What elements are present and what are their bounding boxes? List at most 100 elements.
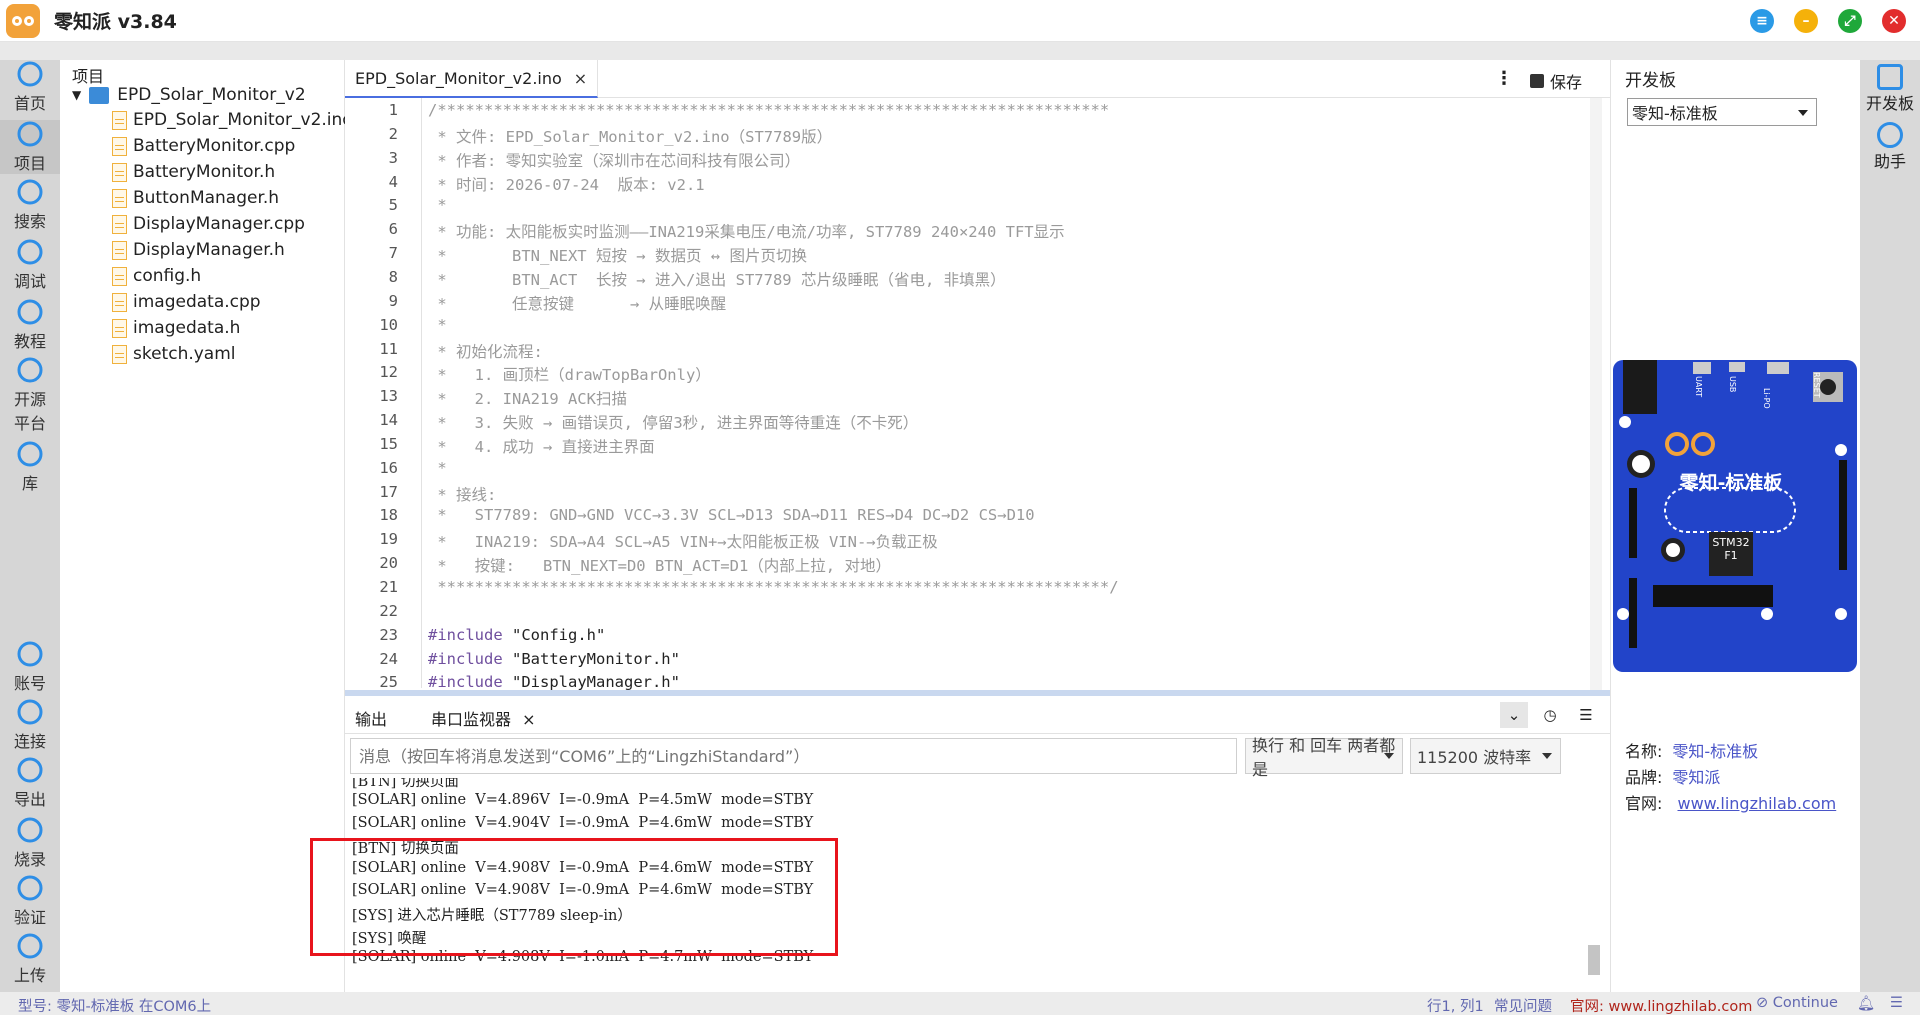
- nav-item-7[interactable]: 账号: [0, 640, 60, 694]
- board-name-value: 零知-标准板: [1672, 742, 1759, 761]
- code-text: ****************************************…: [428, 578, 1119, 596]
- line-number: 21: [379, 578, 398, 596]
- code-area[interactable]: 1 /**************************************…: [345, 98, 1610, 691]
- status-bar: 型号: 零知-标准板 在COM6上 行1, 列1 常见问题 官网: www.li…: [0, 992, 1920, 1015]
- nav-item-label: 项目: [13, 154, 46, 173]
- minimize-icon[interactable]: –: [1794, 9, 1818, 33]
- line-ending-select[interactable]: 换行 和 回车 两者都是: [1245, 736, 1403, 779]
- tree-file-item[interactable]: DisplayManager.h: [112, 237, 285, 263]
- save-button[interactable]: 保存: [1530, 69, 1582, 93]
- nav-item-11[interactable]: 验证: [0, 874, 60, 928]
- nav-item-9[interactable]: 导出: [0, 756, 60, 810]
- board-name-label: 名称:: [1625, 742, 1663, 761]
- file-icon: [112, 318, 127, 338]
- chevron-down-icon[interactable]: ⌄: [1500, 702, 1528, 728]
- tree-file-item[interactable]: imagedata.cpp: [112, 289, 261, 315]
- line-number: 5: [388, 196, 398, 215]
- line-number: 22: [379, 601, 398, 620]
- nav-item-8[interactable]: 连接: [0, 698, 60, 752]
- tab-output[interactable]: 输出: [355, 706, 387, 730]
- tree-file-item[interactable]: EPD_Solar_Monitor_v2.ino: [112, 107, 353, 133]
- board-brand-value: 零知派: [1672, 768, 1721, 787]
- nav-item-label: 账号: [13, 674, 46, 693]
- timestamp-clock-icon[interactable]: ◷: [1536, 702, 1564, 728]
- board-select[interactable]: 零知-标准板: [1627, 98, 1817, 126]
- right-nav-item-1[interactable]: 助手: [1860, 118, 1920, 172]
- code-line: * 2. INA219 ACK扫描: [428, 387, 627, 409]
- nav-item-1[interactable]: 项目: [0, 120, 60, 174]
- tree-file-item[interactable]: BatteryMonitor.cpp: [112, 133, 295, 159]
- serial-tab-close-icon[interactable]: ×: [522, 710, 535, 729]
- tree-file-item[interactable]: DisplayManager.cpp: [112, 211, 305, 237]
- file-icon: [112, 240, 127, 260]
- chip-label: STM32 F1: [1712, 536, 1750, 562]
- tab-close-icon[interactable]: ×: [574, 69, 587, 88]
- editor-tab-bar: EPD_Solar_Monitor_v2.ino × ⋮ 保存: [345, 60, 1610, 98]
- tree-file-item[interactable]: sketch.yaml: [112, 341, 236, 367]
- nav-item-6[interactable]: 库: [0, 440, 60, 494]
- nav-item-5[interactable]: 开源 平台: [0, 356, 60, 434]
- notification-bell-icon[interactable]: 🔔︎: [1857, 995, 1875, 1012]
- tree-file-item[interactable]: BatteryMonitor.h: [112, 159, 275, 185]
- editor-tab[interactable]: EPD_Solar_Monitor_v2.ino ×: [345, 60, 599, 98]
- board-silkscreen-label: RESET: [1812, 372, 1821, 398]
- dropdown-caret-icon: [1798, 110, 1808, 116]
- nav-item-12[interactable]: 上传: [0, 932, 60, 986]
- nav-item-0[interactable]: 首页: [0, 60, 60, 114]
- line-number: 10: [379, 315, 398, 334]
- tree-file-item[interactable]: ButtonManager.h: [112, 185, 279, 211]
- baud-rate-select[interactable]: 115200 波特率: [1410, 738, 1561, 774]
- file-icon: [112, 344, 127, 364]
- tree-root-folder[interactable]: ▼ EPD_Solar_Monitor_v2: [72, 82, 306, 108]
- tree-file-label: BatteryMonitor.cpp: [133, 136, 296, 156]
- assistant-icon: [1877, 122, 1903, 148]
- line-number: 19: [379, 530, 398, 549]
- status-site-link[interactable]: 官网: www.lingzhilab.com: [1570, 995, 1752, 1016]
- board-panel: 开发板 零知-标准板 零知-标准板 STM32 F1 UART USB Li-P…: [1610, 60, 1860, 992]
- line-number: 18: [379, 506, 398, 525]
- editor-scrollbar[interactable]: [1590, 98, 1602, 690]
- code-line: /***************************************…: [428, 101, 1109, 119]
- debug-icon: [15, 238, 45, 266]
- close-icon[interactable]: ✕: [1882, 9, 1906, 33]
- open-source-icon: [15, 356, 45, 384]
- board-panel-header: 开发板: [1625, 71, 1676, 91]
- board-site-link[interactable]: www.lingzhilab.com: [1678, 794, 1837, 813]
- code-line: * 4. 成功 → 直接进主界面: [428, 435, 654, 457]
- tab-serial-monitor[interactable]: 串口监视器 ×: [431, 706, 536, 730]
- serial-line: [BTN] 切换页面: [352, 778, 459, 790]
- nav-item-4[interactable]: 教程: [0, 298, 60, 352]
- status-continue-label: Continue: [1772, 995, 1838, 1011]
- code-line: * 初始化流程:: [428, 340, 543, 362]
- board-select-value: 零知-标准板: [1632, 104, 1718, 123]
- status-continue[interactable]: ⊘ Continue: [1756, 995, 1838, 1011]
- code-text: * 作者: 零知实验室（深圳市在芯间科技有限公司）: [428, 151, 801, 170]
- nav-item-label: 上传: [13, 966, 46, 985]
- board-silkscreen-label: UART: [1694, 376, 1703, 398]
- nav-item-2[interactable]: 搜索: [0, 178, 60, 232]
- status-faq-link[interactable]: 常见问题: [1494, 995, 1552, 1016]
- code-text: *: [428, 458, 447, 477]
- more-options-icon[interactable]: ⋮: [1495, 68, 1513, 89]
- maximize-icon[interactable]: ⤢: [1838, 9, 1862, 33]
- code-line: #include "BatteryMonitor.h": [428, 650, 680, 668]
- library-icon: [15, 440, 45, 468]
- right-nav-item-0[interactable]: 开发板: [1860, 60, 1920, 114]
- code-text: * 文件: EPD_Solar_Monitor_v2.ino（ST7789版）: [428, 127, 833, 146]
- serial-scrollbar[interactable]: [1588, 945, 1600, 975]
- clear-output-icon[interactable]: ☰: [1572, 702, 1600, 728]
- code-line: * 3. 失败 → 画错误页, 停留3秒, 进主界面等待重连（不卡死）: [428, 411, 918, 433]
- tree-file-label: EPD_Solar_Monitor_v2.ino: [133, 110, 353, 130]
- tree-file-item[interactable]: imagedata.h: [112, 315, 240, 341]
- tree-file-item[interactable]: config.h: [112, 263, 201, 289]
- menu-icon[interactable]: ≡: [1750, 9, 1774, 33]
- nav-item-3[interactable]: 调试: [0, 238, 60, 292]
- serial-message-input[interactable]: [350, 738, 1237, 774]
- code-text: /***************************************…: [428, 101, 1110, 119]
- code-text: * 接线:: [428, 485, 497, 504]
- expand-arrow-icon[interactable]: ▼: [72, 88, 81, 102]
- code-line: #include "DisplayManager.h": [428, 673, 680, 691]
- nav-item-10[interactable]: 烧录: [0, 816, 60, 870]
- save-label: 保存: [1550, 73, 1583, 92]
- status-menu-icon[interactable]: ☰: [1890, 995, 1903, 1011]
